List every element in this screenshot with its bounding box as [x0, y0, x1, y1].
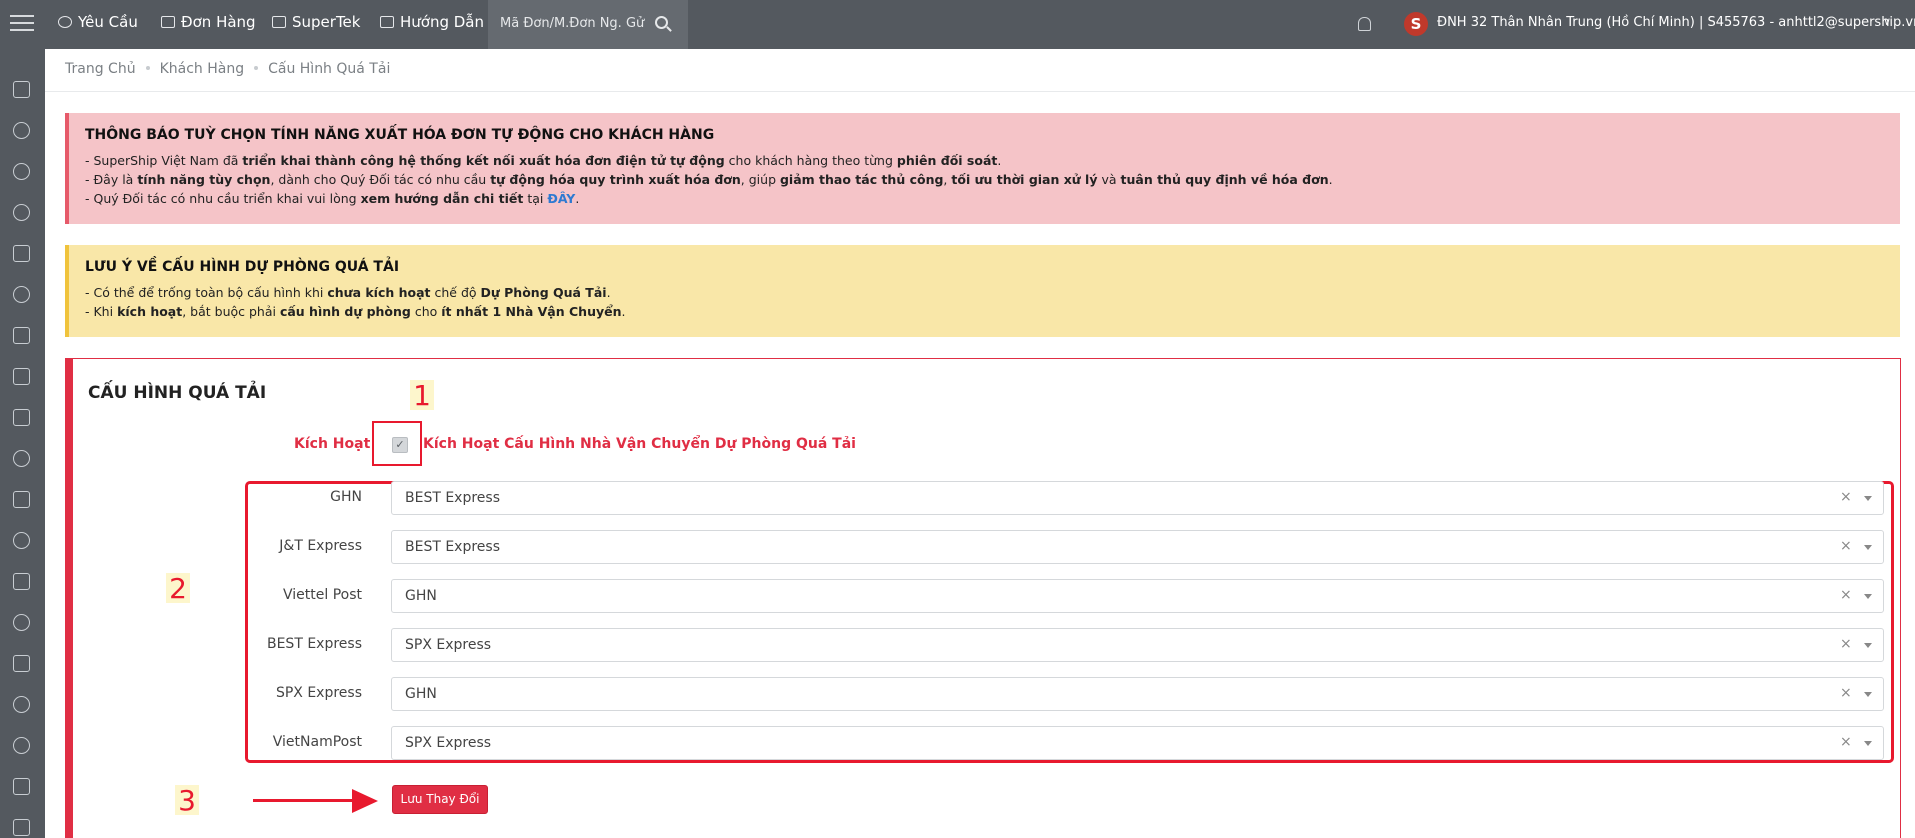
user-info[interactable]: ĐNH 32 Thân Nhân Trung (Hồ Chí Minh) | S… — [1437, 15, 1915, 30]
carrier-label: VietNamPost — [272, 734, 362, 750]
annotation-highlight-frame — [245, 481, 1894, 763]
carrier-label: GHN — [330, 489, 362, 505]
search-icon[interactable] — [655, 16, 668, 29]
breadcrumb-bar: Trang Chủ Khách Hàng Cấu Hình Quá Tải — [45, 49, 1915, 92]
carrier-label: SPX Express — [275, 685, 362, 701]
notice-line: - Đây là tính năng tùy chọn, dành cho Qu… — [85, 172, 1333, 187]
brush-icon[interactable] — [13, 778, 30, 795]
hamburger-menu-icon[interactable] — [10, 15, 34, 33]
notice-title: LƯU Ý VỀ CẤU HÌNH DỰ PHÒNG QUÁ TẢI — [85, 259, 400, 275]
clear-icon[interactable]: × — [1840, 636, 1852, 652]
activate-checkbox[interactable]: ✓ — [392, 437, 408, 453]
chevron-down-icon[interactable] — [1864, 741, 1872, 746]
backup-carrier-select[interactable]: SPX Express × — [391, 726, 1884, 760]
breadcrumb-home[interactable]: Trang Chủ — [65, 61, 136, 77]
activate-label: Kích Hoạt — [294, 436, 371, 452]
backup-carrier-select[interactable]: GHN × — [391, 579, 1884, 613]
document-icon — [161, 16, 175, 28]
select-value: SPX Express — [405, 735, 492, 751]
edit-icon[interactable] — [13, 819, 30, 836]
backup-carrier-select[interactable]: SPX Express × — [391, 628, 1884, 662]
login-icon[interactable] — [13, 491, 30, 508]
backup-carrier-select[interactable]: GHN × — [391, 677, 1884, 711]
select-value: BEST Express — [405, 490, 501, 506]
nav-label: SuperTek — [292, 13, 361, 31]
invoice-notice: THÔNG BÁO TUỲ CHỌN TÍNH NĂNG XUẤT HÓA ĐƠ… — [65, 113, 1900, 224]
select-value: GHN — [405, 588, 437, 604]
chevron-down-icon[interactable]: ∨ — [1883, 15, 1891, 28]
select-value: GHN — [405, 686, 437, 702]
target-icon[interactable] — [13, 163, 30, 180]
notice-line: - SuperShip Việt Nam đã triển khai thành… — [85, 153, 1002, 168]
breadcrumb-current: Cấu Hình Quá Tải — [268, 61, 391, 77]
top-navbar: Yêu Cầu Đơn Hàng SuperTek Hướng Dẫn Mã Đ… — [0, 0, 1915, 49]
carrier-label: J&T Express — [279, 538, 362, 554]
bulb-icon[interactable] — [13, 450, 30, 467]
book-icon[interactable] — [13, 409, 30, 426]
save-button[interactable]: Lưu Thay Đổi — [392, 785, 488, 814]
annotation-arrow-head — [352, 789, 378, 813]
bell-icon[interactable] — [1358, 17, 1371, 31]
breadcrumb-separator — [145, 66, 150, 70]
chat-icon — [58, 16, 72, 28]
overload-notice: LƯU Ý VỀ CẤU HÌNH DỰ PHÒNG QUÁ TẢI - Có … — [65, 245, 1900, 337]
clear-icon[interactable]: × — [1840, 685, 1852, 701]
nav-item-yeu-cau[interactable]: Yêu Cầu — [58, 0, 138, 49]
annotation-marker-1: 1 — [410, 380, 434, 412]
nav-label: Yêu Cầu — [78, 13, 138, 31]
notice-title: THÔNG BÁO TUỲ CHỌN TÍNH NĂNG XUẤT HÓA ĐƠ… — [85, 127, 715, 143]
clear-icon[interactable]: × — [1840, 734, 1852, 750]
search-placeholder: Mã Đơn/M.Đơn Ng. Gử — [500, 16, 645, 31]
reply-icon[interactable] — [13, 532, 30, 549]
annotation-marker-2: 2 — [166, 573, 190, 605]
activate-description[interactable]: Kích Hoạt Cấu Hình Nhà Vận Chuyển Dự Phò… — [423, 436, 856, 452]
notice-line: - Khi kích hoạt, bắt buộc phải cấu hình … — [85, 304, 626, 319]
annotation-arrow — [253, 799, 356, 802]
carrier-label: BEST Express — [266, 636, 362, 652]
clear-icon[interactable]: × — [1840, 489, 1852, 505]
backup-carrier-select[interactable]: BEST Express × — [391, 481, 1884, 515]
fire-icon[interactable] — [13, 614, 30, 631]
compass-icon[interactable] — [13, 286, 30, 303]
nav-label: Hướng Dẫn — [400, 13, 485, 31]
backup-carrier-select[interactable]: BEST Express × — [391, 530, 1884, 564]
guide-link[interactable]: ĐÂY — [547, 191, 575, 206]
palette-icon[interactable] — [13, 122, 30, 139]
nav-item-don-hang[interactable]: Đơn Hàng — [161, 0, 256, 49]
chevron-down-icon[interactable] — [1864, 643, 1872, 648]
edit-icon — [272, 16, 286, 28]
avatar[interactable]: S — [1404, 12, 1428, 36]
chat-icon[interactable] — [13, 737, 30, 754]
book-icon — [380, 16, 394, 28]
nav-item-supertek[interactable]: SuperTek — [272, 0, 360, 49]
nav-label: Đơn Hàng — [181, 13, 256, 31]
breadcrumb-customers[interactable]: Khách Hàng — [160, 61, 245, 77]
sidebar — [0, 49, 45, 838]
clear-icon[interactable]: × — [1840, 587, 1852, 603]
annotation-marker-3: 3 — [175, 785, 199, 817]
order-search-input[interactable]: Mã Đơn/M.Đơn Ng. Gử — [488, 0, 688, 49]
select-value: BEST Express — [405, 539, 501, 555]
monitor-icon[interactable] — [13, 655, 30, 672]
notice-line: - Có thể để trống toàn bộ cấu hình khi c… — [85, 285, 611, 300]
notice-line: - Quý Đối tác có nhu cầu triển khai vui … — [85, 191, 580, 206]
breadcrumb-separator — [254, 66, 259, 70]
carrier-label: Viettel Post — [283, 587, 362, 603]
select-value: SPX Express — [405, 637, 492, 653]
flag-icon[interactable] — [13, 368, 30, 385]
clear-icon[interactable]: × — [1840, 538, 1852, 554]
panel-title: CẤU HÌNH QUÁ TẢI — [88, 383, 267, 403]
pie-icon[interactable] — [13, 696, 30, 713]
nav-item-huong-dan[interactable]: Hướng Dẫn — [380, 0, 484, 49]
film-icon[interactable] — [13, 245, 30, 262]
dashboard-icon[interactable] — [13, 81, 30, 98]
user-icon[interactable] — [13, 204, 30, 221]
breadcrumb: Trang Chủ Khách Hàng Cấu Hình Quá Tải — [65, 61, 390, 77]
chevron-down-icon[interactable] — [1864, 594, 1872, 599]
chevron-down-icon[interactable] — [1864, 692, 1872, 697]
chevron-down-icon[interactable] — [1864, 545, 1872, 550]
chevron-down-icon[interactable] — [1864, 496, 1872, 501]
chess-icon[interactable] — [13, 327, 30, 344]
folder-icon[interactable] — [13, 573, 30, 590]
